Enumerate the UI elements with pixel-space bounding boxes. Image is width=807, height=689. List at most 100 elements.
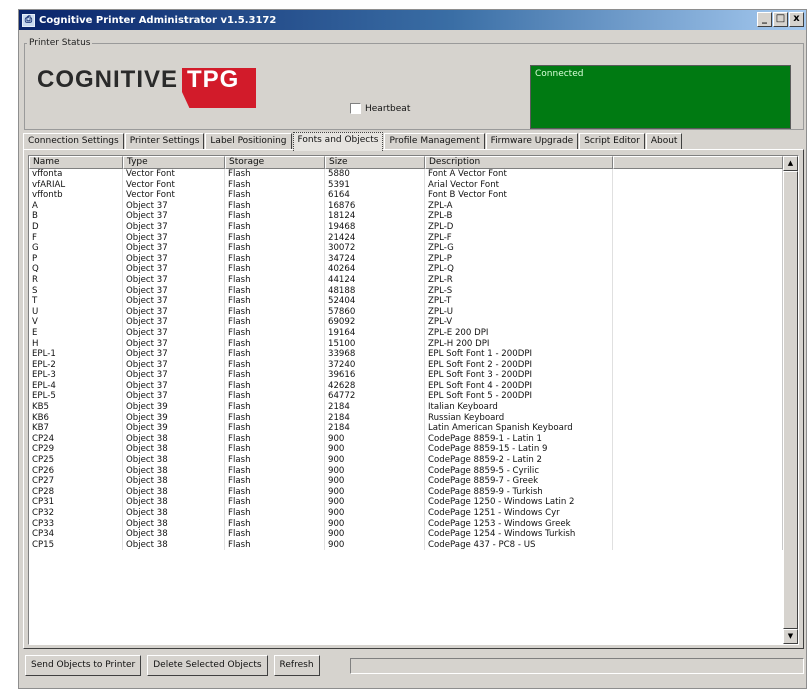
table-cell: [613, 232, 783, 244]
table-row[interactable]: vffontb Vector Font Flash 6164 Font B Vector…: [29, 190, 783, 201]
column-header[interactable]: Description: [425, 156, 613, 169]
table-cell: Flash: [225, 539, 325, 551]
table-cell: CP31: [29, 497, 123, 508]
table-row[interactable]: EPL-2 Object 37 Flash 37240 EPL Soft Font 2 …: [29, 359, 783, 371]
table-cell: KB7: [29, 423, 123, 434]
table-cell: CodePage 8859-5 - Cyrilic: [425, 465, 613, 477]
table-cell: Flash: [225, 200, 325, 212]
tab-about[interactable]: About: [645, 133, 683, 150]
table-cell: Object 37: [123, 317, 225, 328]
maximize-button[interactable]: □: [773, 12, 788, 27]
table-row[interactable]: CP25 Object 38 Flash 900 CodePage 8859-2 - L…: [29, 455, 783, 466]
objects-list-view[interactable]: Name Type Storage Size Description vffonta Ve…: [28, 155, 799, 645]
table-row[interactable]: CP28 Object 38 Flash 900 CodePage 8859-9 - T…: [29, 486, 783, 498]
table-cell: [613, 370, 783, 381]
table-cell: Flash: [225, 486, 325, 498]
send-objects-button[interactable]: Send Objects to Printer: [25, 655, 142, 676]
column-header[interactable]: Storage: [225, 156, 325, 169]
close-button[interactable]: x: [789, 12, 804, 27]
table-cell: 2184: [325, 423, 425, 434]
table-cell: Flash: [225, 264, 325, 275]
table-cell: Object 38: [123, 539, 225, 551]
table-cell: Object 38: [123, 476, 225, 487]
table-row[interactable]: CP33 Object 38 Flash 900 CodePage 1253 - Win…: [29, 518, 783, 530]
table-row[interactable]: EPL-5 Object 37 Flash 64772 EPL Soft Font 5 …: [29, 391, 783, 403]
table-cell: [613, 179, 783, 191]
table-cell: Flash: [225, 423, 325, 434]
table-row[interactable]: S Object 37 Flash 48188 ZPL-S: [29, 285, 783, 297]
tab-firmware-upgrade[interactable]: Firmware Upgrade: [485, 133, 579, 150]
table-cell: Flash: [225, 285, 325, 297]
table-cell: Flash: [225, 370, 325, 381]
table-row[interactable]: CP26 Object 38 Flash 900 CodePage 8859-5 - C…: [29, 465, 783, 477]
table-cell: Object 37: [123, 211, 225, 222]
table-row[interactable]: KB5 Object 39 Flash 2184 Italian Keyboard: [29, 402, 783, 413]
table-cell: [613, 359, 783, 371]
table-row[interactable]: R Object 37 Flash 44124 ZPL-R: [29, 274, 783, 286]
table-cell: Flash: [225, 412, 325, 424]
table-row[interactable]: KB7 Object 39 Flash 2184 Latin American Span…: [29, 423, 783, 434]
table-cell: 19164: [325, 327, 425, 339]
minimize-button[interactable]: _: [757, 12, 772, 27]
table-row[interactable]: CP27 Object 38 Flash 900 CodePage 8859-7 - G…: [29, 476, 783, 487]
table-cell: Object 38: [123, 455, 225, 466]
tab-connection-settings[interactable]: Connection Settings: [23, 133, 124, 150]
table-row[interactable]: CP31 Object 38 Flash 900 CodePage 1250 - Win…: [29, 497, 783, 508]
table-cell: CP24: [29, 433, 123, 445]
table-cell: Flash: [225, 444, 325, 456]
table-cell: T: [29, 296, 123, 307]
table-row[interactable]: KB6 Object 39 Flash 2184 Russian Keyboard: [29, 412, 783, 424]
heartbeat-control[interactable]: Heartbeat: [350, 103, 410, 114]
table-row[interactable]: D Object 37 Flash 19468 ZPL-D: [29, 221, 783, 233]
column-header[interactable]: Size: [325, 156, 425, 169]
column-header[interactable]: [613, 156, 783, 169]
table-cell: CP15: [29, 539, 123, 551]
table-cell: [613, 433, 783, 445]
table-cell: CodePage 8859-2 - Latin 2: [425, 455, 613, 466]
scroll-up-button[interactable]: ▲: [783, 156, 798, 171]
table-row[interactable]: vffonta Vector Font Flash 5880 Font A Vector…: [29, 169, 783, 180]
table-row[interactable]: CP29 Object 38 Flash 900 CodePage 8859-15 - …: [29, 444, 783, 456]
table-cell: ZPL-H 200 DPI: [425, 338, 613, 350]
scroll-down-button[interactable]: ▼: [783, 629, 798, 644]
table-row[interactable]: U Object 37 Flash 57860 ZPL-U: [29, 306, 783, 318]
table-row[interactable]: E Object 37 Flash 19164 ZPL-E 200 DPI: [29, 327, 783, 339]
table-row[interactable]: CP15 Object 38 Flash 900 CodePage 437 - PC8 …: [29, 539, 783, 551]
table-cell: 15100: [325, 338, 425, 350]
table-row[interactable]: vfARIAL Vector Font Flash 5391 Arial Vector …: [29, 179, 783, 191]
table-row[interactable]: Q Object 37 Flash 40264 ZPL-Q: [29, 264, 783, 275]
tab-script-editor[interactable]: Script Editor: [579, 133, 645, 150]
table-row[interactable]: T Object 37 Flash 52404 ZPL-T: [29, 296, 783, 307]
table-cell: KB6: [29, 412, 123, 424]
table-row[interactable]: F Object 37 Flash 21424 ZPL-F: [29, 232, 783, 244]
table-row[interactable]: B Object 37 Flash 18124 ZPL-B: [29, 211, 783, 222]
column-header[interactable]: Type: [123, 156, 225, 169]
table-row[interactable]: G Object 37 Flash 30072 ZPL-G: [29, 243, 783, 254]
table-row[interactable]: P Object 37 Flash 34724 ZPL-P: [29, 253, 783, 265]
scroll-thumb[interactable]: [783, 171, 798, 629]
table-cell: 900: [325, 433, 425, 445]
tab-profile-management[interactable]: Profile Management: [384, 133, 485, 150]
table-row[interactable]: EPL-4 Object 37 Flash 42628 EPL Soft Font 4 …: [29, 380, 783, 392]
delete-selected-button[interactable]: Delete Selected Objects: [147, 655, 268, 676]
vertical-scrollbar[interactable]: ▲ ▼: [783, 156, 798, 644]
heartbeat-checkbox[interactable]: [350, 103, 361, 114]
table-row[interactable]: A Object 37 Flash 16876 ZPL-A: [29, 200, 783, 212]
table-cell: CP27: [29, 476, 123, 487]
connection-status-text: Connected: [535, 69, 584, 79]
title-bar[interactable]: ⎙ Cognitive Printer Administrator v1.5.3…: [19, 10, 806, 30]
tab-label-positioning[interactable]: Label Positioning: [205, 133, 292, 150]
table-row[interactable]: EPL-1 Object 37 Flash 33968 EPL Soft Font 1 …: [29, 349, 783, 360]
table-row[interactable]: CP24 Object 38 Flash 900 CodePage 8859-1 - L…: [29, 433, 783, 445]
tab-fonts-and-objects[interactable]: Fonts and Objects: [292, 132, 384, 151]
table-row[interactable]: CP34 Object 38 Flash 900 CodePage 1254 - Win…: [29, 529, 783, 540]
table-row[interactable]: H Object 37 Flash 15100 ZPL-H 200 DPI: [29, 338, 783, 350]
table-row[interactable]: CP32 Object 38 Flash 900 CodePage 1251 - Win…: [29, 508, 783, 519]
column-header[interactable]: Name: [29, 156, 123, 169]
table-row[interactable]: EPL-3 Object 37 Flash 39616 EPL Soft Font 3 …: [29, 370, 783, 381]
tab-printer-settings[interactable]: Printer Settings: [124, 133, 205, 150]
table-cell: Object 37: [123, 221, 225, 233]
table-cell: E: [29, 327, 123, 339]
refresh-button[interactable]: Refresh: [273, 655, 320, 676]
table-row[interactable]: V Object 37 Flash 69092 ZPL-V: [29, 317, 783, 328]
